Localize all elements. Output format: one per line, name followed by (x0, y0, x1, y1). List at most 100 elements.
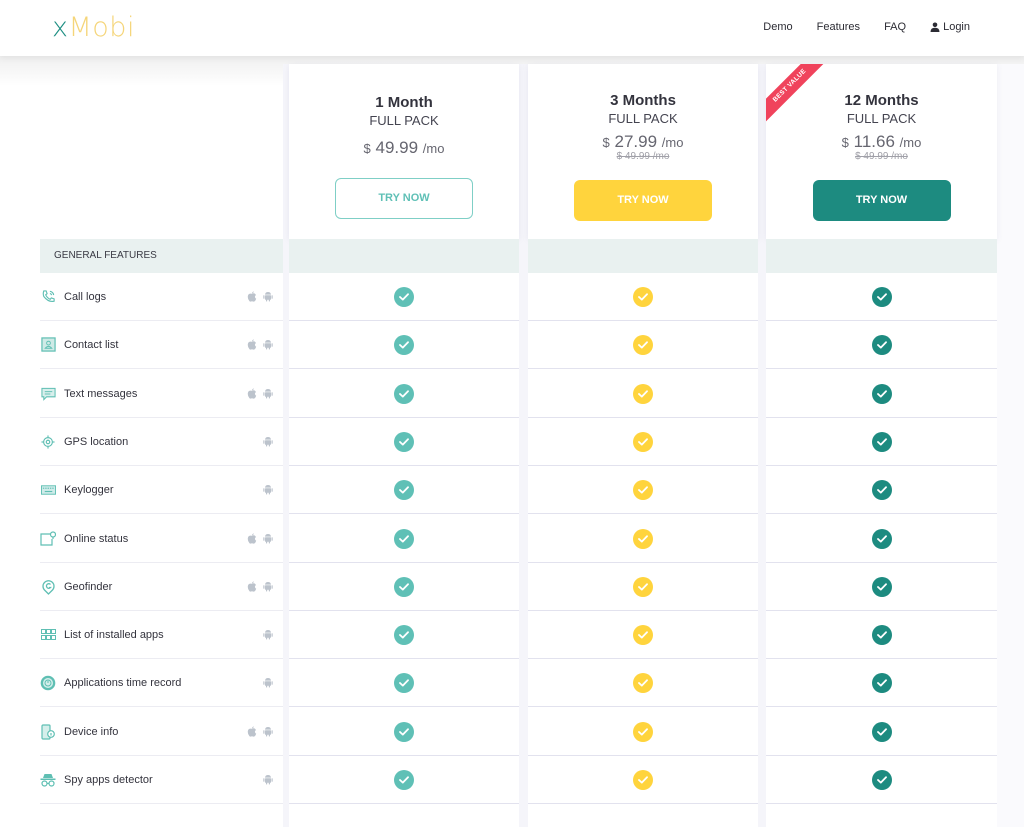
check-icon (871, 286, 892, 307)
user-icon (930, 22, 940, 32)
price-currency: $ (841, 135, 849, 150)
feature-cell-12-months (766, 708, 997, 756)
logo-x: x (52, 12, 69, 43)
phone-icon (40, 289, 56, 305)
feature-cell-3-months (528, 611, 758, 659)
feature-label: Device info (64, 725, 119, 738)
feature-label: Online status (64, 532, 129, 545)
section-header-cell (766, 239, 997, 273)
feature-label: Applications time record (64, 676, 182, 689)
column-gap (758, 64, 766, 827)
platform-icons (247, 581, 273, 592)
check-icon (633, 431, 653, 452)
check-icon (394, 431, 414, 452)
apple-icon (247, 533, 257, 544)
android-icon (263, 437, 273, 447)
feature-cell-3-months (528, 563, 758, 611)
feature-row: Spy apps detector (40, 756, 283, 804)
feature-cell-3-months (528, 273, 758, 321)
nav-features[interactable]: Features (817, 21, 860, 33)
check-icon (394, 383, 414, 404)
plan-subtitle: FULL PACK (608, 111, 678, 126)
check-icon (394, 769, 414, 790)
feature-cell-12-months (766, 321, 997, 369)
feature-row: Call logs (40, 273, 283, 321)
old-price: $ 49.99 /mo (616, 151, 670, 162)
check-icon (394, 334, 414, 355)
target-icon (40, 434, 56, 450)
plan-title: 3 Months (610, 92, 676, 109)
android-icon (263, 534, 273, 544)
try-now-button-1-month[interactable]: TRY NOW (335, 178, 473, 219)
feature-row: GPS location (40, 418, 283, 466)
feature-label: GPS location (64, 435, 129, 448)
feature-cell-1-month (289, 418, 519, 466)
check-icon (394, 286, 414, 307)
try-now-button-3-months[interactable]: TRY NOW (574, 180, 712, 221)
online-status-icon (40, 531, 56, 547)
feature-cell-1-month (289, 273, 519, 321)
check-icon (394, 672, 414, 693)
plan-card-12-months: BEST VALUE 12 Months FULL PACK $ 11.66 /… (766, 64, 997, 239)
check-icon (871, 479, 892, 500)
apps-grid-icon (40, 627, 56, 643)
plan-subtitle: FULL PACK (369, 113, 439, 128)
check-icon (394, 528, 414, 549)
logo[interactable]: xMobi (52, 12, 135, 43)
feature-label: Text messages (64, 387, 138, 400)
feature-row: Device info (40, 708, 283, 756)
feature-cell-12-months (766, 273, 997, 321)
feature-cell-1-month (289, 466, 519, 514)
message-icon (40, 386, 56, 402)
android-icon (263, 485, 273, 495)
feature-cell-1-month (289, 756, 519, 804)
platform-icons (247, 291, 273, 302)
check-icon (633, 672, 653, 693)
price-currency: $ (602, 135, 610, 150)
platform-icons (247, 726, 273, 737)
nav-demo[interactable]: Demo (763, 21, 792, 33)
feature-row: Applications time record (40, 659, 283, 707)
platform-icons (247, 339, 273, 350)
android-icon (263, 389, 273, 399)
android-icon (263, 292, 273, 302)
feature-cell-12-months (766, 756, 997, 804)
old-price: $ 49.99 /mo (855, 151, 908, 162)
top-navbar: xMobi Demo Features FAQ Login (0, 0, 1024, 56)
feature-cell-12-months (766, 370, 997, 418)
check-icon (394, 479, 414, 500)
nav-faq[interactable]: FAQ (884, 21, 906, 33)
android-icon (263, 678, 273, 688)
feature-cell-3-months (528, 515, 758, 563)
feature-label: List of installed apps (64, 628, 164, 641)
nav-login[interactable]: Login (930, 21, 970, 33)
feature-cell-3-months (528, 659, 758, 707)
check-icon (871, 334, 892, 355)
logo-text: Mobi (68, 12, 135, 43)
feature-cell-1-month (289, 563, 519, 611)
price-value: 11.66 (853, 132, 895, 151)
check-icon (871, 624, 892, 645)
android-icon (263, 775, 273, 785)
check-icon (871, 528, 892, 549)
price-period: /mo (899, 135, 922, 150)
check-icon (633, 479, 653, 500)
check-icon (394, 624, 414, 645)
feature-cell-12-months (766, 418, 997, 466)
feature-cell-3-months (528, 466, 758, 514)
try-now-button-12-months[interactable]: TRY NOW (812, 180, 951, 221)
price-currency: $ (363, 141, 371, 156)
feature-cell-12-months (766, 515, 997, 563)
android-icon (263, 582, 273, 592)
platform-icons (263, 436, 273, 447)
check-icon (633, 721, 653, 742)
feature-row: Keylogger (40, 466, 283, 514)
check-icon (633, 383, 653, 404)
plan-price: $ 11.66 /mo (766, 132, 997, 152)
column-gap (519, 64, 528, 827)
check-icon (871, 383, 892, 404)
column-gap (997, 64, 1024, 827)
spy-icon (40, 772, 56, 788)
main-nav: Demo Features FAQ Login (739, 21, 970, 33)
platform-icons (263, 677, 273, 688)
